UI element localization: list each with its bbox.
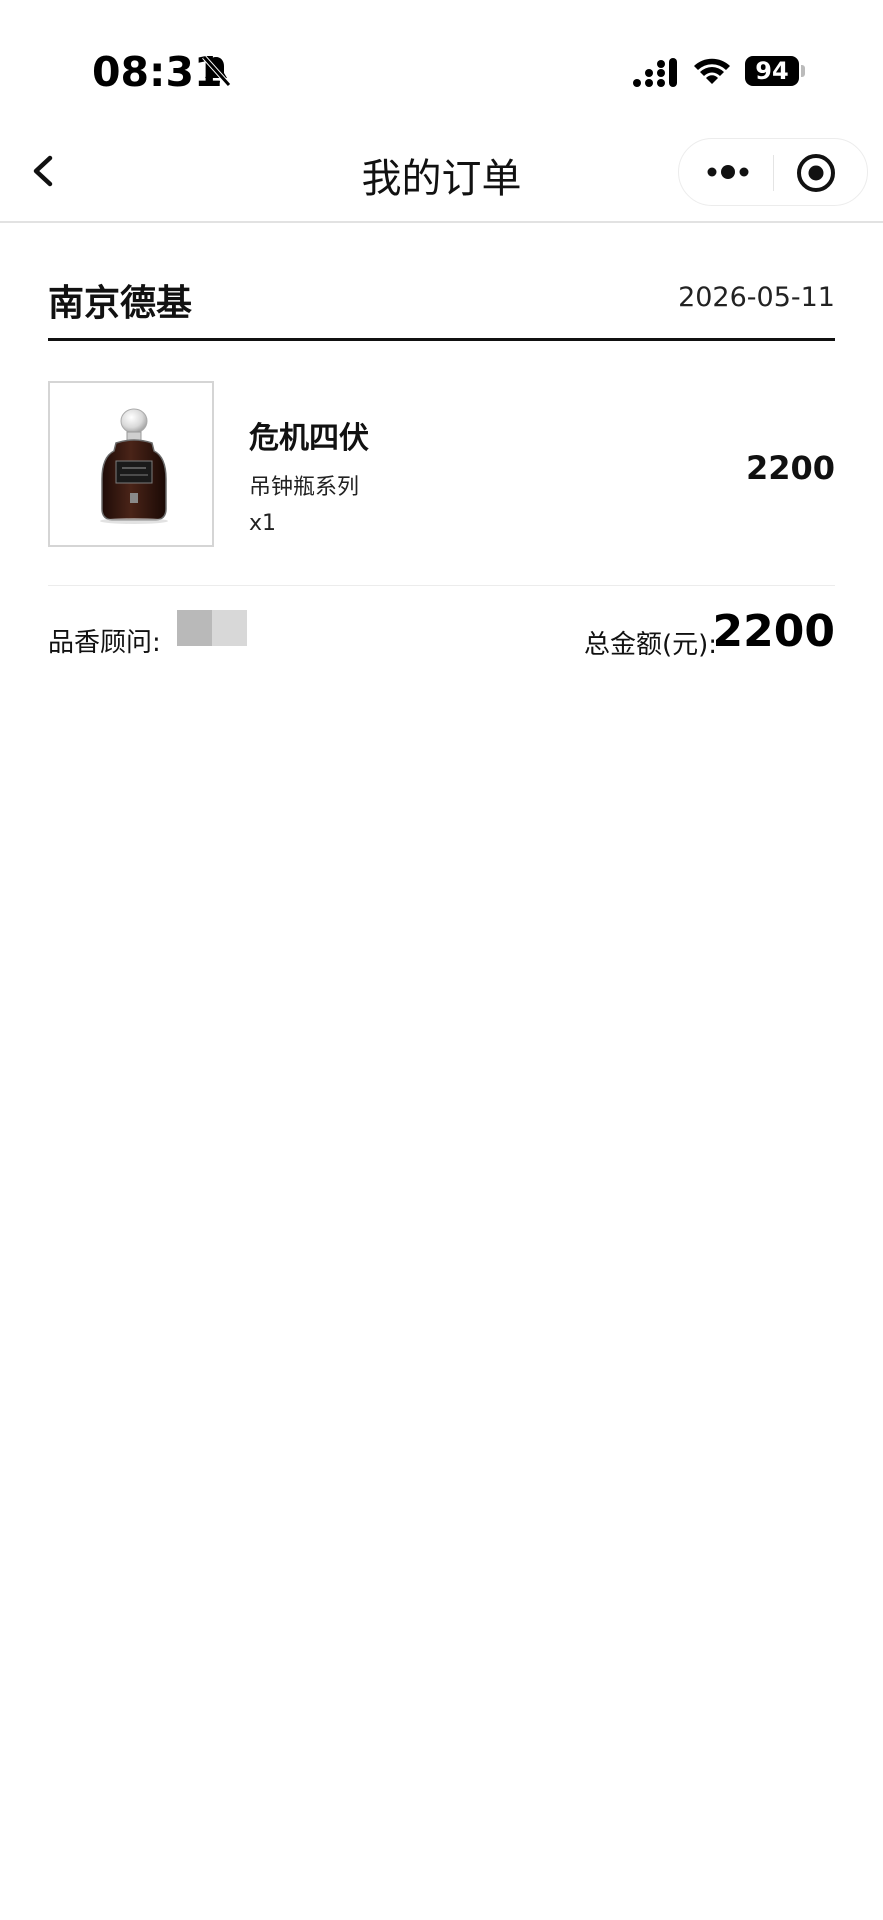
order-card[interactable]: 南京德基 2026-05-11 危机四伏 吊钟瓶系列 x1 2200 品香顾问:… <box>48 270 835 676</box>
bell-muted-icon <box>202 55 231 87</box>
close-target-icon[interactable] <box>795 152 837 194</box>
product-price: 2200 <box>745 449 835 487</box>
product-quantity: x1 <box>249 511 277 536</box>
order-item[interactable]: 危机四伏 吊钟瓶系列 x1 2200 <box>48 341 835 586</box>
order-footer: 品香顾问: 总金额(元): 2200 <box>48 586 835 676</box>
miniprogram-capsule <box>678 138 868 206</box>
advisor-label: 品香顾问: <box>48 628 161 658</box>
capsule-divider <box>773 155 774 191</box>
product-series: 吊钟瓶系列 <box>249 475 360 500</box>
status-bar: 08:31 94 <box>0 0 883 120</box>
perfume-bottle-image <box>100 408 168 524</box>
store-name: 南京德基 <box>48 283 193 324</box>
order-header: 南京德基 2026-05-11 <box>48 270 835 341</box>
advisor-name-redacted <box>177 610 247 646</box>
battery-tip <box>801 65 805 77</box>
signal-icon <box>633 58 677 87</box>
product-name: 危机四伏 <box>249 421 369 456</box>
wifi-icon <box>694 58 730 84</box>
total-amount: 2200 <box>712 606 835 657</box>
product-thumbnail <box>48 381 214 547</box>
nav-bar: 我的订单 <box>0 120 883 223</box>
order-date: 2026-05-11 <box>678 282 835 313</box>
more-dots-icon[interactable] <box>701 153 757 191</box>
battery-icon: 94 <box>745 56 799 86</box>
total-label: 总金额(元): <box>583 630 717 660</box>
